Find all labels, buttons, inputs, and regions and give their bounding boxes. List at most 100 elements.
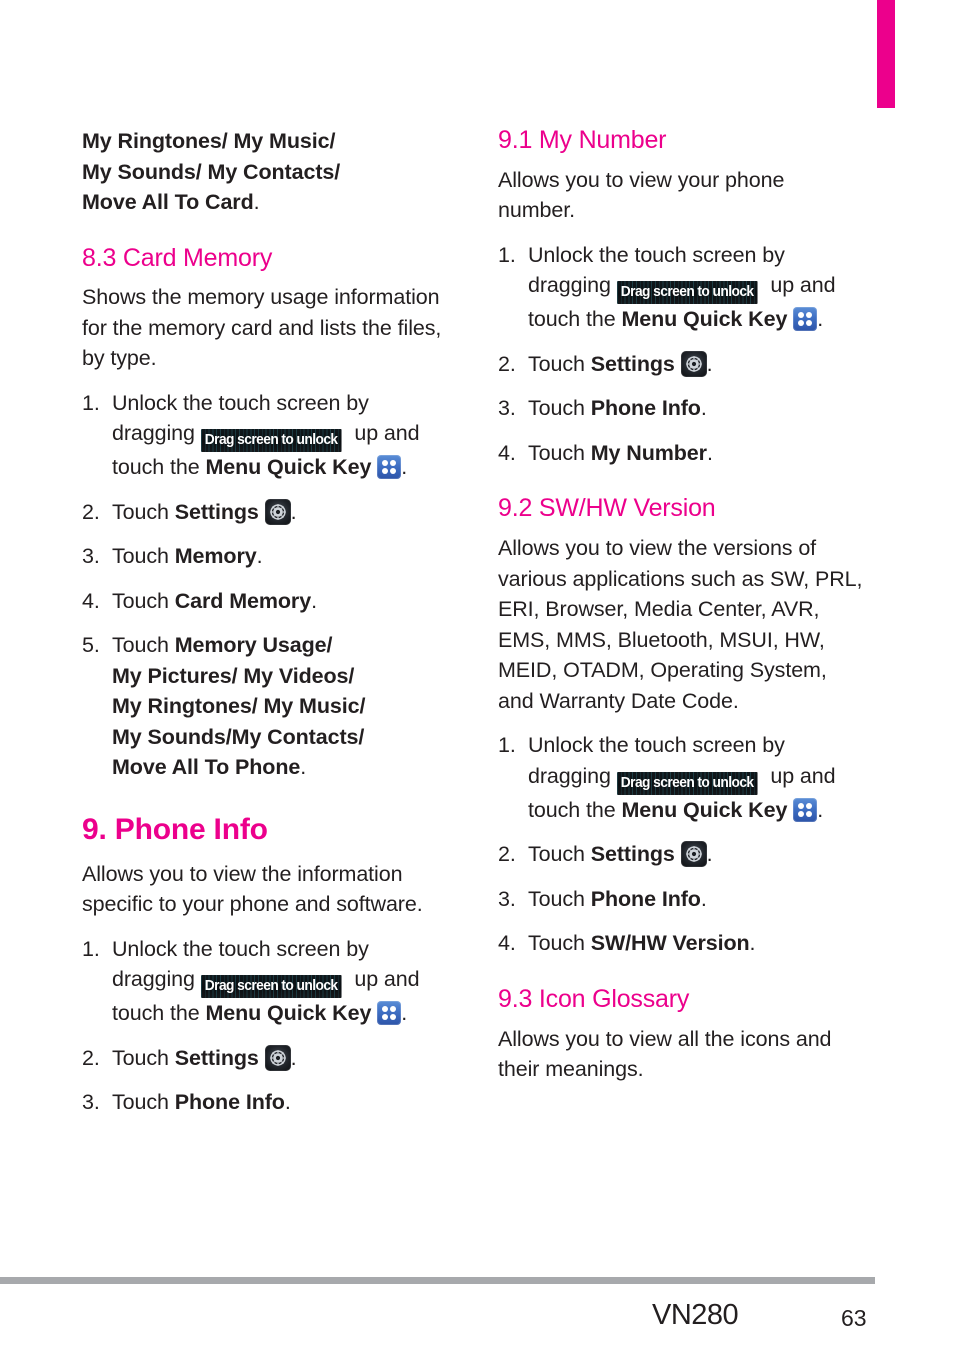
menu-quick-key-icon (377, 1001, 402, 1026)
step-number: 2. (498, 351, 516, 376)
intro-9: Allows you to view the information speci… (82, 861, 423, 917)
step-number: 4. (498, 931, 516, 956)
step-text-part-1: Touch (112, 1045, 175, 1070)
continued-list: My Ringtones/ My Music/ My Sounds/ My Co… (82, 126, 450, 218)
step-item: 4. Touch My Number. (498, 438, 866, 469)
bold-line: My Sounds/My Contacts/ (112, 724, 365, 749)
drag-screen-to-unlock-icon: Drag screen to unlock (617, 281, 757, 305)
step-text-part-3: . (706, 351, 713, 376)
step-bold-term: Menu Quick Key (621, 797, 788, 822)
intro-8-3: Shows the memory usage information for t… (82, 285, 442, 371)
step-item: 3. Touch Phone Info. (498, 393, 866, 424)
step-item: 2. Touch Settings . (498, 839, 866, 870)
step-text-part-1: Touch (528, 440, 591, 465)
step-text-part-3: . (401, 1001, 408, 1026)
step-text-part-1: Touch (528, 396, 591, 421)
intro-9-2: Allows you to view the versions of vario… (498, 536, 863, 713)
step-text-part-3: . (290, 1045, 297, 1070)
footer-page-number: 63 (841, 1305, 867, 1331)
step-number: 1. (498, 733, 516, 758)
step-number: 4. (82, 588, 100, 613)
step-item: 2. Touch Settings . (82, 497, 450, 528)
step-text-part-1: Touch (112, 1090, 175, 1115)
step-text-part-1: Touch (528, 886, 591, 911)
settings-gear-icon (680, 841, 707, 868)
step-number: 3. (82, 1090, 100, 1115)
continued-list-period: . (253, 190, 260, 215)
step-text-part-1: Touch (112, 588, 175, 613)
heading-9-1-my-number: 9.1 My Number (498, 126, 667, 154)
step-bold-term: Phone Info (174, 1090, 285, 1115)
step-text-part-3: . (817, 307, 824, 332)
step-bold-term: Phone Info (590, 886, 701, 911)
drag-screen-to-unlock-icon: Drag screen to unlock (617, 771, 757, 795)
step-item: 1. Unlock the touch screen by dragging Dr… (498, 730, 866, 825)
drag-screen-to-unlock-icon: Drag screen to unlock (201, 429, 341, 453)
bold-line: My Pictures/ My Videos/ (112, 663, 355, 688)
page-footer: VN280 63 (0, 1277, 954, 1371)
step-item: 2. Touch Settings . (498, 349, 866, 380)
step-text-part-3: . (706, 440, 713, 465)
step-number: 3. (82, 544, 100, 569)
heading-9-phone-info: 9. Phone Info (82, 813, 268, 846)
step-item: 4. Touch SW/HW Version. (498, 928, 866, 959)
continued-list-line-2: My Sounds/ My Contacts/ (82, 159, 341, 184)
menu-quick-key-icon (793, 797, 818, 822)
continued-list-line-1: My Ringtones/ My Music/ (82, 129, 336, 153)
step-bold-term: Settings (174, 499, 259, 524)
step-text-part-3: . (284, 1090, 291, 1115)
step-item: 1. Unlock the touch screen by dragging Dr… (498, 240, 866, 335)
heading-8-3-card-memory: 8.3 Card Memory (82, 243, 273, 272)
intro-9-1: Allows you to view your phone number. (498, 167, 785, 223)
step-text-part-3: . (700, 396, 707, 421)
step-item: 2. Touch Settings . (82, 1043, 450, 1074)
step-text-part-1: Touch (528, 931, 591, 956)
bold-line: My Ringtones/ My Music/ (112, 694, 366, 719)
intro-9-3: Allows you to view all the icons and the… (498, 1026, 832, 1082)
steps-9-1: 1. Unlock the touch screen by dragging Dr… (498, 240, 866, 469)
heading-9-2-sw-hw-version: 9.2 SW/HW Version (498, 494, 716, 523)
drag-screen-to-unlock-icon: Drag screen to unlock (201, 975, 341, 999)
step-number: 3. (498, 396, 516, 421)
step-bold-term: My Number (590, 440, 707, 465)
step-bold-term: Card Memory (174, 588, 312, 613)
left-column: My Ringtones/ My Music/ My Sounds/ My Co… (82, 126, 450, 1118)
menu-quick-key-icon (377, 455, 402, 480)
bold-line: Move All To Phone. (112, 755, 307, 780)
right-column: 9.1 My Number Allows you to view your ph… (498, 126, 866, 1099)
step-text-part-3: . (300, 755, 307, 780)
step-number: 1. (82, 390, 100, 415)
step-text-part-1: Touch (112, 633, 175, 658)
step-text-part-3: . (817, 797, 824, 822)
step-number: 2. (82, 499, 100, 524)
step-number: 1. (82, 936, 100, 961)
step-text-part-1: Touch (528, 351, 591, 376)
step-text-part-1: Touch (112, 499, 175, 524)
step-text-part-3: . (256, 544, 263, 569)
step-text-part-1: Touch (112, 544, 175, 569)
step-text-part-1: Touch (528, 842, 591, 867)
step-item: 3. Touch Phone Info. (82, 1087, 450, 1118)
steps-8-3: 1. Unlock the touch screen by dragging Dr… (82, 388, 450, 783)
step-bold-term: Menu Quick Key (621, 307, 788, 332)
step-bold-term: Memory (174, 544, 257, 569)
step-bold-term: Menu Quick Key (205, 1001, 372, 1026)
step-number: 4. (498, 440, 516, 465)
manual-page: My Ringtones/ My Music/ My Sounds/ My Co… (0, 0, 954, 1260)
footer-divider (0, 1277, 875, 1284)
step-bold-term: Settings (174, 1045, 259, 1070)
step-item: 3. Touch Memory. (82, 541, 450, 572)
settings-gear-icon (264, 498, 291, 525)
settings-gear-icon (680, 350, 707, 377)
footer-model-name: VN280 (652, 1299, 739, 1331)
step-number: 5. (82, 633, 100, 658)
step-item: 1. Unlock the touch screen by dragging Dr… (82, 934, 450, 1029)
step-text-part-3: . (401, 455, 408, 480)
step-bold-term: Settings (590, 842, 675, 867)
steps-9: 1. Unlock the touch screen by dragging Dr… (82, 934, 450, 1118)
settings-gear-icon (264, 1044, 291, 1071)
steps-9-2: 1. Unlock the touch screen by dragging Dr… (498, 730, 866, 959)
step-number: 1. (498, 242, 516, 267)
step-number: 2. (498, 842, 516, 867)
step-item: 4. Touch Card Memory. (82, 586, 450, 617)
